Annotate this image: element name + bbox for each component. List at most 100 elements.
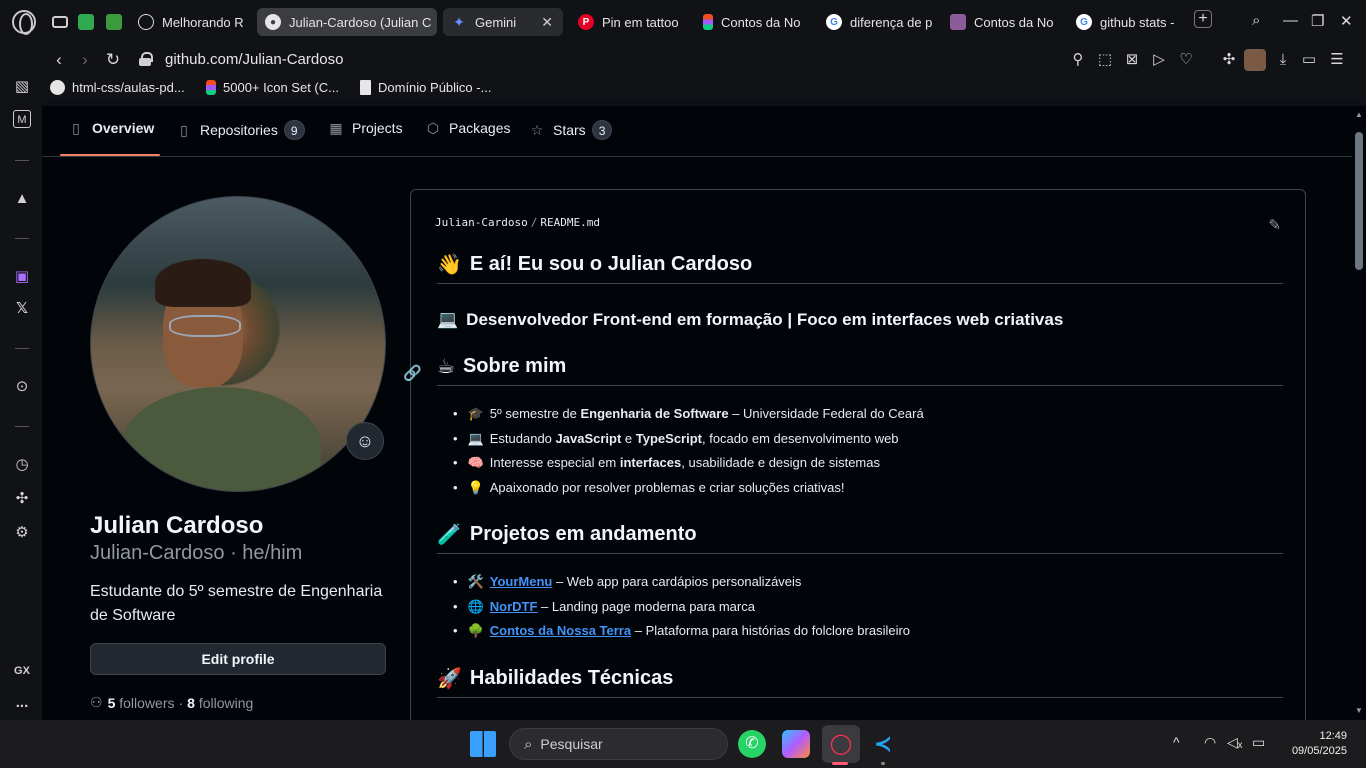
sidebar-divider	[15, 238, 29, 239]
back-button[interactable]: ‹	[47, 48, 71, 72]
taskbar-clock[interactable]: 12:49 09/05/2025	[1283, 729, 1347, 759]
profile-avatar[interactable]	[1244, 49, 1266, 71]
tab-contos-figma[interactable]: Contos da No	[695, 8, 813, 36]
tab-packages[interactable]: ⬡ Packages	[425, 120, 511, 136]
following-link[interactable]: 8 following	[187, 695, 253, 711]
workspace-icon[interactable]	[52, 16, 68, 28]
readme-path-file[interactable]: README.md	[540, 216, 600, 229]
gx-label[interactable]: GX	[11, 660, 33, 682]
history-icon[interactable]: ◷	[11, 454, 33, 476]
readme-path-user[interactable]: Julian-Cardoso	[435, 216, 528, 229]
forward-button[interactable]: ›	[73, 48, 97, 72]
profile-avatar[interactable]	[90, 196, 386, 492]
bookmark-icon-set[interactable]: 5000+ Icon Set (C...	[206, 80, 339, 95]
send-icon[interactable]: ▷	[1148, 49, 1170, 71]
x-icon[interactable]: 𝕏	[11, 298, 33, 320]
star-icon: ☆	[530, 122, 544, 138]
url-field[interactable]: github.com/Julian-Cardoso	[165, 51, 343, 68]
extensions-icon[interactable]: ✣	[1218, 49, 1240, 71]
separator-dot: ·	[178, 694, 184, 711]
page-scrollbar[interactable]: ▲ ▼	[1352, 106, 1366, 720]
show-hidden-icons-chevron-icon[interactable]: ^	[1173, 734, 1180, 750]
scrollbar-thumb[interactable]	[1355, 132, 1363, 270]
tab-projects[interactable]: ▦ Projects	[328, 120, 402, 136]
google-icon: G	[826, 14, 842, 30]
anchor-link-icon[interactable]: 🔗	[403, 364, 422, 382]
project-link-yourmenu[interactable]: YourMenu	[490, 574, 553, 589]
profile-nav: ▯ Overview ▯ Repositories 9 ▦ Projects ⬡…	[42, 106, 1352, 157]
tab-melhorando[interactable]: Melhorando R	[130, 8, 250, 36]
profile-bio: Estudante do 5º semestre de Engenharia d…	[90, 583, 383, 624]
scroll-up-icon[interactable]: ▲	[1355, 110, 1363, 119]
tab-github-stats[interactable]: G github stats -	[1068, 8, 1186, 36]
active-app-indicator	[832, 762, 848, 765]
project-link-contos[interactable]: Contos da Nossa Terra	[490, 623, 631, 638]
volume-muted-icon[interactable]: ◁ₓ	[1227, 734, 1242, 751]
opera-gx-taskbar-icon[interactable]: ◯	[822, 725, 860, 763]
list-item: 🌐NorDTF – Landing page moderna para marc…	[453, 595, 910, 620]
tab-pinterest[interactable]: P Pin em tattoo	[570, 8, 686, 36]
easy-setup-icon[interactable]: ☰	[1326, 49, 1348, 71]
more-sidebar-icon[interactable]: ...	[11, 692, 33, 714]
wifi-icon[interactable]: ◠	[1204, 734, 1216, 751]
opera-menu-icon[interactable]	[12, 10, 36, 35]
close-tab-icon[interactable]: ✕	[541, 14, 553, 31]
opera-sidebar: ▧ M ▲ ▣ 𝕏 ⊙ ◷ ✣ ⚙ GX ...	[0, 76, 42, 720]
pin-icon[interactable]: ⚲	[1067, 49, 1089, 71]
project-link-nordtf[interactable]: NorDTF	[490, 599, 538, 614]
document-icon	[360, 80, 371, 95]
tab-gemini[interactable]: ✦ Gemini ✕	[443, 8, 563, 36]
notebook-workspace-icon[interactable]	[106, 14, 122, 30]
readme-card: Julian-Cardoso / README.md ✎ 👋 E aí! Eu so…	[403, 189, 1306, 720]
followers-link[interactable]: 5 followers	[108, 695, 175, 711]
set-status-smiley-icon[interactable]: ☺	[346, 422, 384, 460]
edit-readme-pencil-icon[interactable]: ✎	[1268, 216, 1281, 234]
reload-button[interactable]: ↻	[101, 48, 125, 72]
snapshot-icon[interactable]: ⬚	[1094, 49, 1116, 71]
tab-github-profile[interactable]: ● Julian-Cardoso (Julian C	[257, 8, 437, 36]
tab-search-icon[interactable]: ⌕	[1252, 12, 1260, 29]
list-item: 🌳Contos da Nossa Terra – Plataforma para…	[453, 619, 910, 644]
taskbar-search[interactable]: ⌕ Pesquisar	[509, 728, 728, 760]
close-window-button[interactable]: ✕	[1340, 12, 1353, 30]
sidebar-divider	[15, 426, 29, 427]
readme-heading-about: ☕ Sobre mim	[437, 354, 1283, 386]
restore-button[interactable]: ❐	[1311, 12, 1324, 30]
tab-diferenca[interactable]: G diferença de p	[818, 8, 938, 36]
readme-heading-projects: 🧪 Projetos em andamento	[437, 522, 1283, 554]
player-icon[interactable]: ⊙	[11, 376, 33, 398]
copilot-icon[interactable]	[782, 730, 810, 758]
scroll-down-icon[interactable]: ▼	[1355, 706, 1363, 715]
tab-stars[interactable]: ☆ Stars 3	[529, 120, 613, 140]
new-tab-button[interactable]: +	[1194, 10, 1212, 28]
bookmark-html-css[interactable]: html-css/aulas-pd...	[50, 80, 185, 95]
follow-stats: ⚇ 5 followers · 8 following	[90, 694, 253, 711]
download-icon[interactable]: ⤓	[1272, 49, 1294, 71]
edit-profile-button[interactable]: Edit profile	[90, 643, 386, 675]
minimize-button[interactable]: —	[1283, 12, 1298, 29]
whatsapp-icon[interactable]: ✆	[738, 730, 766, 758]
sheets-workspace-icon[interactable]	[78, 14, 94, 30]
speed-dial-icon[interactable]: ▧	[11, 76, 33, 98]
bookmark-dominio-publico[interactable]: Domínio Público -...	[360, 80, 491, 95]
tab-repositories[interactable]: ▯ Repositories 9	[176, 120, 305, 140]
battery-saver-icon[interactable]: ▭	[1298, 49, 1320, 71]
m-app-icon[interactable]: M	[13, 110, 31, 128]
figma-icon	[703, 14, 713, 30]
settings-icon[interactable]: ⚙	[11, 522, 33, 544]
windows-start-icon[interactable]	[470, 731, 496, 757]
extensions-sidebar-icon[interactable]: ✣	[11, 488, 33, 510]
repo-icon: ▯	[180, 122, 188, 138]
github-icon: ●	[265, 14, 281, 30]
battery-icon[interactable]: ▭	[1252, 734, 1265, 751]
heart-icon[interactable]: ♡	[1175, 49, 1197, 71]
vscode-icon[interactable]: ≺	[869, 730, 897, 758]
figma-icon	[206, 80, 216, 95]
stars-count: 3	[591, 120, 613, 140]
tab-contos-folder[interactable]: Contos da No	[942, 8, 1062, 36]
adblock-icon[interactable]: ⊠	[1121, 49, 1143, 71]
profile-name: Julian Cardoso	[90, 512, 264, 539]
tab-overview[interactable]: ▯ Overview	[68, 120, 154, 136]
aria-icon[interactable]: ▲	[11, 188, 33, 210]
twitch-icon[interactable]: ▣	[11, 266, 33, 288]
